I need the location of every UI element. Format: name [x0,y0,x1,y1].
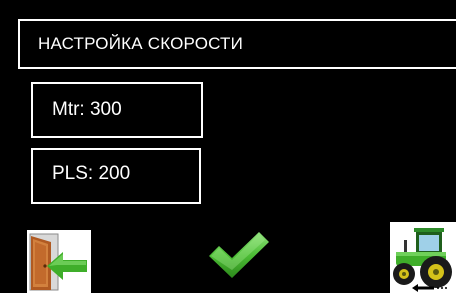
page-title: НАСТРОЙКА СКОРОСТИ [18,19,456,69]
confirm-button[interactable] [207,230,271,280]
checkmark-icon [209,232,269,278]
tractor-back-button[interactable] [390,222,456,293]
exit-door-icon [29,233,87,291]
tractor-icon [393,228,452,292]
speed-settings-screen: НАСТРОЙКА СКОРОСТИ Mtr: 300 PLS: 200 [0,0,456,293]
pls-value-field[interactable]: PLS: 200 [31,148,201,204]
mtr-value-field[interactable]: Mtr: 300 [31,82,203,138]
exit-button[interactable] [27,230,91,293]
